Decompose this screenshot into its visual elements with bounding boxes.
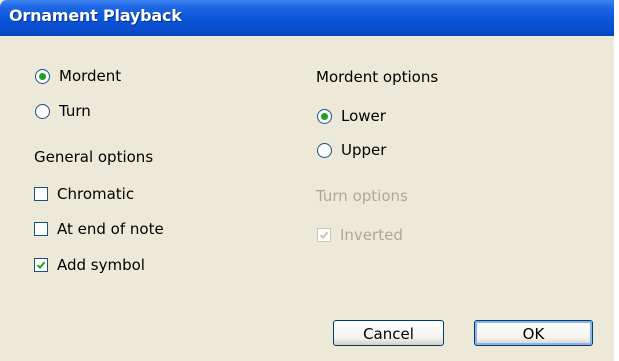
radio-upper-label: Upper bbox=[341, 141, 387, 159]
radio-mordent-indicator[interactable] bbox=[35, 68, 50, 84]
mordent-options-heading: Mordent options bbox=[316, 68, 439, 86]
checkbox-chromatic-label: Chromatic bbox=[57, 185, 135, 203]
turn-options-heading: Turn options bbox=[316, 187, 408, 205]
checkbox-at-end-of-note-box[interactable] bbox=[34, 222, 48, 236]
cancel-button[interactable]: Cancel bbox=[333, 320, 444, 346]
radio-mordent-label: Mordent bbox=[59, 67, 122, 85]
ornament-playback-dialog: Ornament Playback Mordent Turn General o… bbox=[0, 0, 614, 361]
checkbox-add-symbol-label: Add symbol bbox=[57, 256, 145, 274]
radio-turn-label: Turn bbox=[59, 102, 91, 120]
radio-lower-indicator[interactable] bbox=[317, 108, 332, 124]
radio-upper[interactable]: Upper bbox=[317, 141, 386, 159]
ok-button[interactable]: OK bbox=[474, 320, 593, 346]
radio-lower-label: Lower bbox=[341, 107, 386, 125]
checkmark-icon bbox=[319, 231, 329, 240]
checkbox-chromatic[interactable]: Chromatic bbox=[34, 185, 134, 203]
radio-lower[interactable]: Lower bbox=[317, 107, 386, 125]
radio-turn-indicator[interactable] bbox=[35, 103, 50, 119]
checkbox-add-symbol[interactable]: Add symbol bbox=[34, 256, 145, 274]
checkbox-at-end-of-note-label: At end of note bbox=[57, 220, 164, 238]
checkbox-inverted-label: Inverted bbox=[340, 226, 403, 244]
checkbox-add-symbol-box[interactable] bbox=[34, 258, 48, 272]
checkbox-at-end-of-note[interactable]: At end of note bbox=[34, 220, 164, 238]
radio-mordent[interactable]: Mordent bbox=[35, 67, 121, 85]
checkbox-chromatic-box[interactable] bbox=[34, 187, 48, 201]
radio-turn[interactable]: Turn bbox=[35, 102, 91, 120]
radio-upper-indicator[interactable] bbox=[317, 142, 332, 158]
general-options-heading: General options bbox=[34, 148, 154, 166]
checkbox-inverted: Inverted bbox=[317, 226, 403, 244]
dialog-title: Ornament Playback bbox=[9, 6, 182, 25]
checkmark-icon bbox=[36, 261, 46, 270]
title-bar[interactable]: Ornament Playback bbox=[0, 0, 614, 36]
checkbox-inverted-box bbox=[317, 228, 331, 242]
